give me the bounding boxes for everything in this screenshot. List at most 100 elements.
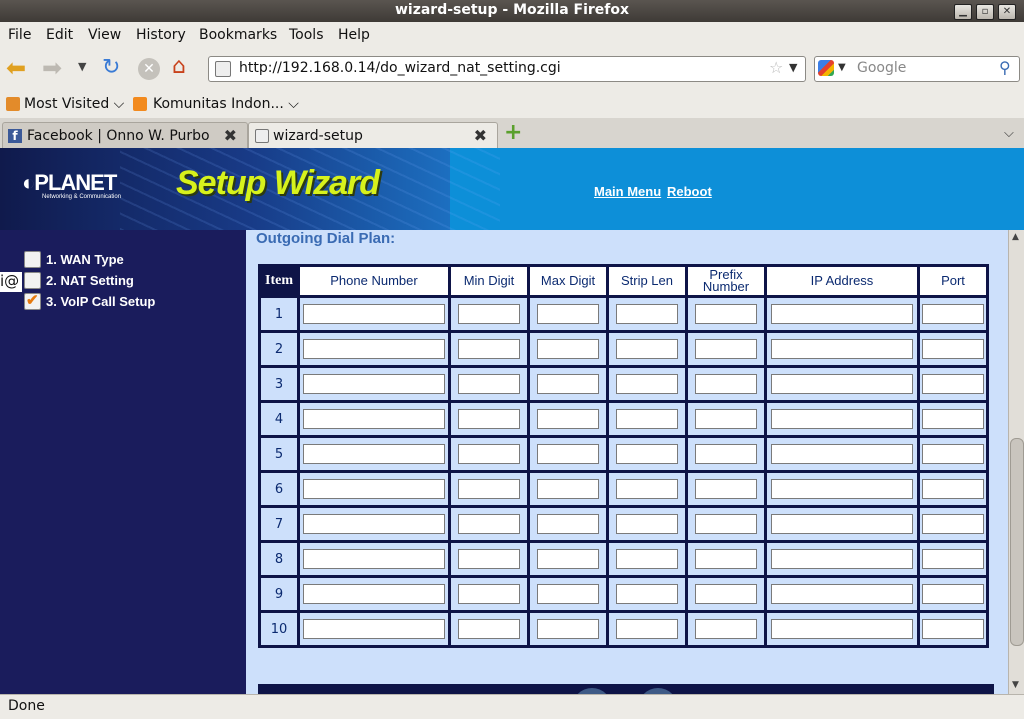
strip-len-input[interactable] [616, 584, 678, 604]
strip-len-input[interactable] [616, 374, 678, 394]
min-digit-input[interactable] [458, 584, 520, 604]
menu-edit[interactable]: Edit [46, 27, 73, 43]
strip-len-input[interactable] [616, 444, 678, 464]
port-input[interactable] [922, 444, 984, 464]
search-box[interactable]: ▼ Google ⚲ [814, 56, 1020, 82]
menu-help[interactable]: Help [338, 27, 370, 43]
prefix-number-input[interactable] [695, 514, 757, 534]
max-digit-input[interactable] [537, 619, 599, 639]
max-digit-input[interactable] [537, 374, 599, 394]
tab-close-icon[interactable]: ✖ [474, 126, 487, 145]
phone-number-input[interactable] [303, 409, 445, 429]
forward-icon[interactable]: ➡ [42, 56, 70, 82]
menu-file[interactable]: File [8, 27, 31, 43]
tab-list-icon[interactable]: ⌵ [1004, 126, 1014, 141]
ip-address-input[interactable] [771, 374, 913, 394]
prefix-number-input[interactable] [695, 444, 757, 464]
max-digit-input[interactable] [537, 409, 599, 429]
step-checkbox[interactable] [24, 272, 41, 289]
strip-len-input[interactable] [616, 514, 678, 534]
ip-address-input[interactable] [771, 444, 913, 464]
phone-number-input[interactable] [303, 479, 445, 499]
phone-number-input[interactable] [303, 619, 445, 639]
prefix-number-input[interactable] [695, 409, 757, 429]
tab-facebook[interactable]: f Facebook | Onno W. Purbo ✖ [2, 122, 248, 149]
ip-address-input[interactable] [771, 304, 913, 324]
min-digit-input[interactable] [458, 374, 520, 394]
port-input[interactable] [922, 584, 984, 604]
step-voip-call-setup[interactable]: 3. VoIP Call Setup [24, 291, 155, 310]
phone-number-input[interactable] [303, 444, 445, 464]
maximize-button[interactable]: ▫ [976, 4, 994, 20]
phone-number-input[interactable] [303, 374, 445, 394]
bookmark-komunitas[interactable]: Komunitas Indon... ⌵ [153, 96, 299, 112]
bookmark-most-visited[interactable]: Most Visited ⌵ [24, 96, 124, 112]
max-digit-input[interactable] [537, 514, 599, 534]
minimize-button[interactable]: ▁ [954, 4, 972, 20]
min-digit-input[interactable] [458, 304, 520, 324]
site-identity-icon[interactable] [215, 61, 231, 77]
bookmark-star-icon[interactable]: ☆ [769, 58, 783, 77]
min-digit-input[interactable] [458, 514, 520, 534]
port-input[interactable] [922, 409, 984, 429]
max-digit-input[interactable] [537, 304, 599, 324]
prefix-number-input[interactable] [695, 619, 757, 639]
url-bar[interactable]: http://192.168.0.14/do_wizard_nat_settin… [208, 56, 806, 82]
step-checkbox[interactable] [24, 251, 41, 268]
tab-wizard-setup[interactable]: wizard-setup ✖ [248, 122, 498, 149]
url-dropdown-icon[interactable]: ▼ [789, 61, 797, 74]
phone-number-input[interactable] [303, 339, 445, 359]
reboot-link[interactable]: Reboot [667, 184, 712, 199]
prefix-number-input[interactable] [695, 339, 757, 359]
prefix-number-input[interactable] [695, 374, 757, 394]
stop-icon[interactable]: ✕ [138, 58, 160, 80]
max-digit-input[interactable] [537, 584, 599, 604]
max-digit-input[interactable] [537, 444, 599, 464]
phone-number-input[interactable] [303, 514, 445, 534]
menu-bookmarks[interactable]: Bookmarks [199, 27, 277, 43]
main-menu-link[interactable]: Main Menu [594, 184, 661, 199]
phone-number-input[interactable] [303, 584, 445, 604]
ip-address-input[interactable] [771, 479, 913, 499]
ip-address-input[interactable] [771, 619, 913, 639]
strip-len-input[interactable] [616, 304, 678, 324]
home-icon[interactable]: ⌂ [172, 54, 198, 80]
port-input[interactable] [922, 339, 984, 359]
search-icon[interactable]: ⚲ [999, 58, 1011, 77]
scroll-up-icon[interactable]: ▲ [1012, 232, 1019, 242]
menu-history[interactable]: History [136, 27, 186, 43]
phone-number-input[interactable] [303, 304, 445, 324]
port-input[interactable] [922, 479, 984, 499]
min-digit-input[interactable] [458, 444, 520, 464]
ip-address-input[interactable] [771, 549, 913, 569]
port-input[interactable] [922, 374, 984, 394]
menu-view[interactable]: View [88, 27, 121, 43]
port-input[interactable] [922, 549, 984, 569]
close-window-button[interactable]: ✕ [998, 4, 1016, 20]
tab-close-icon[interactable]: ✖ [224, 126, 237, 145]
step-wan-type[interactable]: 1. WAN Type [24, 251, 124, 268]
engine-dropdown-icon[interactable]: ▼ [838, 62, 846, 73]
strip-len-input[interactable] [616, 549, 678, 569]
ip-address-input[interactable] [771, 409, 913, 429]
back-icon[interactable]: ⬅ [6, 56, 34, 82]
min-digit-input[interactable] [458, 339, 520, 359]
ip-address-input[interactable] [771, 584, 913, 604]
strip-len-input[interactable] [616, 339, 678, 359]
step-nat-setting[interactable]: 2. NAT Setting [24, 272, 134, 289]
strip-len-input[interactable] [616, 479, 678, 499]
step-checkbox-checked[interactable] [24, 291, 41, 310]
menu-tools[interactable]: Tools [289, 27, 324, 43]
min-digit-input[interactable] [458, 619, 520, 639]
google-engine-icon[interactable] [818, 60, 834, 76]
strip-len-input[interactable] [616, 409, 678, 429]
max-digit-input[interactable] [537, 479, 599, 499]
port-input[interactable] [922, 304, 984, 324]
scroll-down-icon[interactable]: ▼ [1012, 680, 1019, 690]
prefix-number-input[interactable] [695, 304, 757, 324]
history-dropdown-icon[interactable]: ▼ [78, 60, 86, 73]
prefix-number-input[interactable] [695, 549, 757, 569]
min-digit-input[interactable] [458, 409, 520, 429]
ip-address-input[interactable] [771, 339, 913, 359]
min-digit-input[interactable] [458, 479, 520, 499]
